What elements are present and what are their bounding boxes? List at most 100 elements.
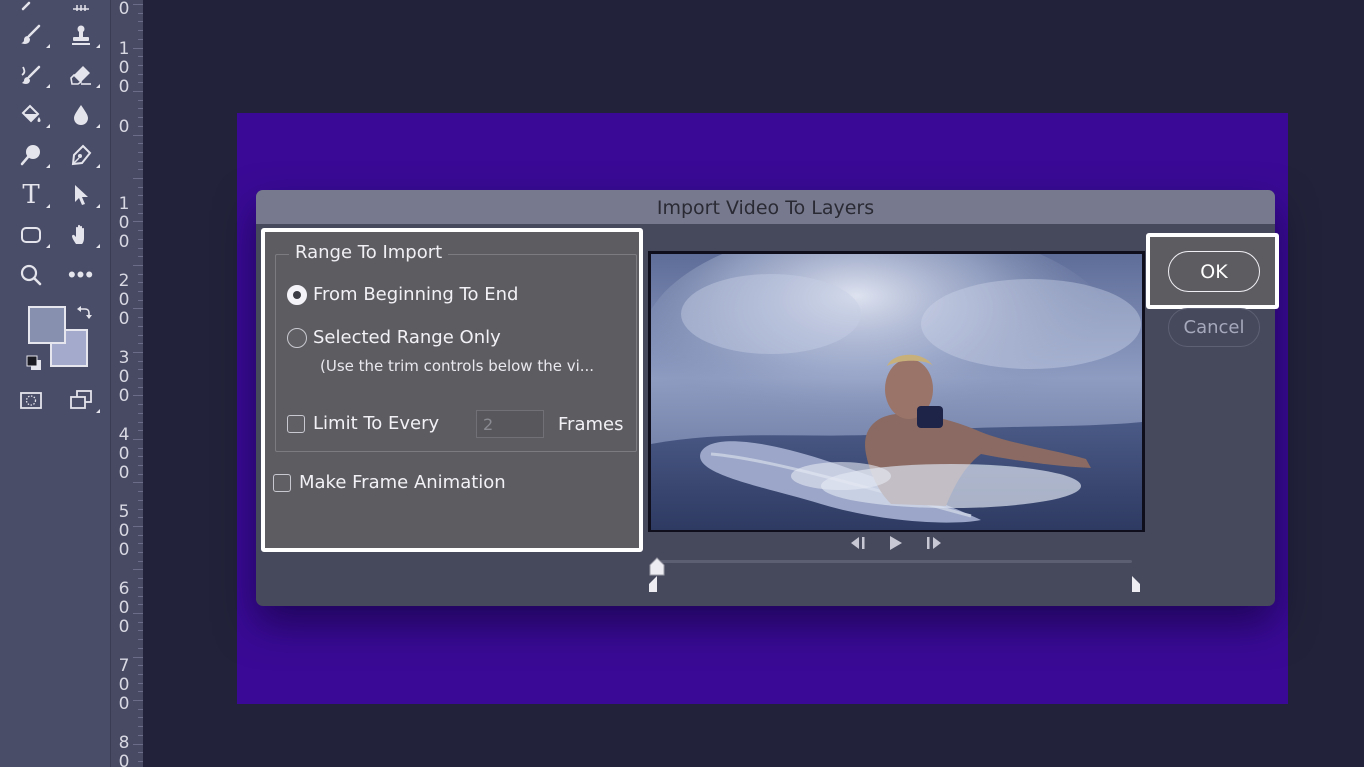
ruler-tick [138, 465, 143, 466]
ruler-number: 3 [118, 348, 130, 368]
ruler-tick [138, 674, 143, 675]
ruler-tick [138, 239, 143, 240]
from-beginning-radio[interactable] [287, 284, 307, 305]
zoom-icon[interactable] [16, 260, 46, 290]
ruler-tick [138, 491, 143, 492]
ruler-tick [133, 308, 143, 309]
ruler-tick [138, 248, 143, 249]
brush-top-partial-icon[interactable] [16, 0, 46, 16]
play-icon[interactable] [886, 536, 906, 550]
foreground-color-swatch[interactable] [28, 306, 66, 344]
ruler-tick [138, 30, 143, 31]
timeline-scrubber[interactable] [660, 560, 1132, 563]
ruler-tick [138, 282, 143, 283]
screen-mode-icon[interactable] [66, 385, 100, 415]
ruler-tick [138, 430, 143, 431]
step-back-icon[interactable] [848, 536, 868, 550]
ruler-tick [138, 448, 143, 449]
dialog-titlebar[interactable]: Import Video To Layers [256, 190, 1275, 224]
trim-end-handle[interactable] [1131, 576, 1141, 592]
brush-icon[interactable] [16, 20, 50, 50]
dialog-title: Import Video To Layers [656, 197, 875, 219]
ruler-number: 0 [118, 521, 130, 541]
quick-mask-icon[interactable] [16, 385, 46, 415]
ruler-tick [138, 726, 143, 727]
hand-icon[interactable] [66, 220, 100, 250]
ruler-tick [138, 596, 143, 597]
selection-arrow-icon[interactable] [66, 180, 100, 210]
ruler-tick [133, 352, 143, 353]
ruler-number: 0 [118, 752, 130, 767]
dodge-icon[interactable] [16, 140, 50, 170]
ruler-tick [138, 369, 143, 370]
swap-colors-icon[interactable] [76, 304, 92, 320]
ruler-number: 0 [118, 309, 130, 329]
ruler-tick [138, 509, 143, 510]
ok-button[interactable]: OK [1168, 251, 1260, 292]
blur-drop-icon[interactable] [66, 100, 100, 130]
ruler-tick [138, 169, 143, 170]
ruler-tick [138, 500, 143, 501]
ruler-tick [138, 274, 143, 275]
ruler-tick [138, 535, 143, 536]
ruler-tick [138, 108, 143, 109]
make-frame-animation-label: Make Frame Animation [299, 472, 506, 493]
type-icon[interactable]: T [16, 180, 50, 210]
ruler-tick [138, 300, 143, 301]
ruler-number: 6 [118, 579, 130, 599]
ruler-tick [133, 135, 143, 136]
rectangle-icon[interactable] [16, 220, 50, 250]
from-beginning-label: From Beginning To End [313, 284, 519, 305]
ruler-number: 0 [118, 540, 130, 560]
limit-to-every-option[interactable]: Limit To Every [287, 413, 439, 434]
ruler-number: 0 [118, 598, 130, 618]
eraser-icon[interactable] [66, 60, 100, 90]
make-frame-animation-option[interactable]: Make Frame Animation [273, 472, 506, 493]
ruler-number: 0 [118, 0, 130, 19]
ruler-tick [138, 161, 143, 162]
playback-controls [846, 532, 946, 554]
ruler-tick [138, 587, 143, 588]
ruler-tick [133, 265, 143, 266]
ruler-tick [138, 639, 143, 640]
range-options-panel: Range To Import From Beginning To End Se… [261, 228, 643, 552]
stamp-icon[interactable] [66, 20, 100, 50]
grid-partial-icon[interactable] [66, 0, 96, 16]
pen-icon[interactable] [66, 140, 100, 170]
ruler-tick [138, 326, 143, 327]
ruler-tick [138, 413, 143, 414]
ruler-tick [138, 752, 143, 753]
frames-count-input[interactable] [476, 410, 544, 438]
ruler-number: 0 [118, 463, 130, 483]
default-colors-icon[interactable] [26, 355, 42, 371]
ruler-tick [133, 91, 143, 92]
ruler-tick [133, 700, 143, 701]
playhead-handle[interactable] [648, 557, 666, 577]
cancel-button[interactable]: Cancel [1168, 308, 1260, 347]
ruler-number: 0 [118, 290, 130, 310]
paint-bucket-icon[interactable] [16, 100, 50, 130]
ruler-tick [133, 526, 143, 527]
make-frame-animation-checkbox[interactable] [273, 473, 291, 492]
ruler-tick [138, 187, 143, 188]
step-forward-icon[interactable] [924, 536, 944, 550]
more-tools-icon[interactable]: ••• [66, 260, 96, 290]
ruler-tick [138, 74, 143, 75]
ruler-tick [138, 82, 143, 83]
ruler-tick [138, 343, 143, 344]
ruler-tick [138, 683, 143, 684]
ruler-number: 0 [118, 617, 130, 637]
ruler-tick [138, 691, 143, 692]
history-brush-icon[interactable] [16, 60, 50, 90]
ruler-number: 4 [118, 425, 130, 445]
ruler-tick [138, 761, 143, 762]
from-beginning-option[interactable]: From Beginning To End [287, 284, 518, 305]
selected-range-radio[interactable] [287, 327, 307, 348]
ruler-tick [138, 39, 143, 40]
ruler-tick [133, 657, 143, 658]
ruler-tick [133, 178, 143, 179]
limit-to-every-checkbox[interactable] [287, 414, 305, 433]
selected-range-option[interactable]: Selected Range Only [287, 327, 501, 348]
trim-start-handle[interactable] [648, 576, 658, 592]
ruler-tick [138, 543, 143, 544]
